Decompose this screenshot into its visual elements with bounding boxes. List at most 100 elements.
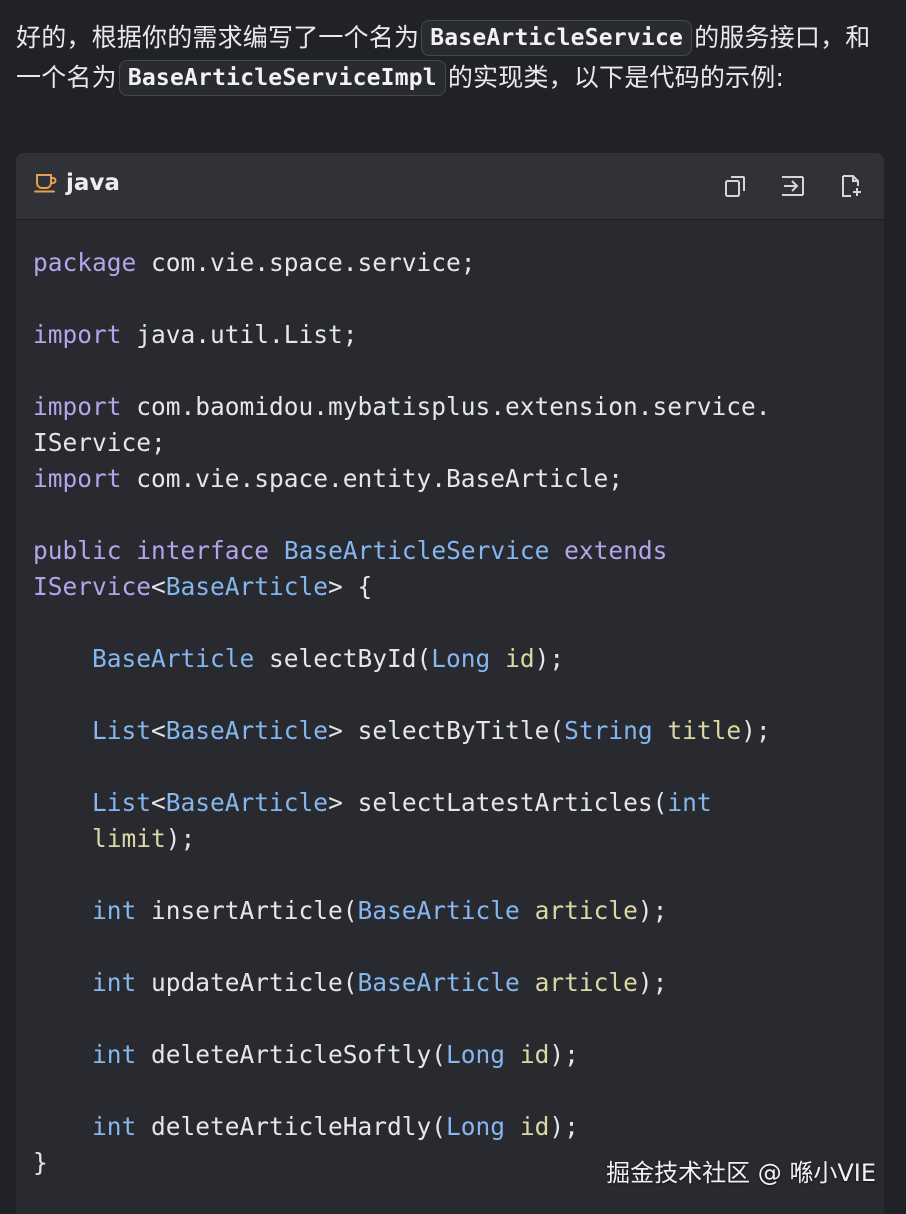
code-token: BaseArticle [165,716,329,745]
assistant-message: 好的，根据你的需求编写了一个名为 BaseArticleService 的服务接口，… [16,18,890,98]
code-token: IService [33,572,152,601]
code-token: int [92,896,137,925]
code-language: java [34,170,120,196]
code-token: com.vie.space.service; [136,248,476,277]
code-token: deleteArticleSoftly( [136,1040,447,1069]
code-token: int [667,788,712,817]
code-block: java package com.vie.space.service; impo… [16,153,884,1214]
code-token: int [92,1040,137,1069]
code-token: ); [165,824,196,853]
code-token: Long [446,1112,506,1141]
code-token: IService; [33,428,166,457]
code-token: Long [431,644,491,673]
code-token: BaseArticle [357,968,520,997]
code-line: public interface BaseArticleService exte… [33,533,873,569]
code-token: title [667,716,742,745]
code-token: id [519,1040,550,1069]
code-token: > selectLatestArticles( [328,788,668,817]
new-file-icon [842,175,861,197]
code-line: BaseArticle selectById(Long id); [33,641,873,677]
code-token: import [33,464,122,493]
code-token: extends [564,536,668,565]
code-token: String [564,716,653,745]
code-line: int deleteArticleSoftly(Long id); [33,1037,873,1073]
code-token: BaseArticle [92,644,255,673]
code-line: import com.vie.space.entity.BaseArticle; [33,461,873,497]
code-token: limit [92,824,166,853]
code-block-header: java [16,153,884,220]
code-token: deleteArticleHardly( [136,1112,447,1141]
code-content: package com.vie.space.service; import jav… [33,245,873,1181]
inline-code-service-name: BaseArticleService [421,20,693,56]
code-line: int updateArticle(BaseArticle article); [33,965,873,1001]
code-token: BaseArticle [165,788,329,817]
code-token: import [33,320,122,349]
code-token: id [505,644,535,673]
code-token: selectById( [254,644,432,673]
code-token: < [151,716,166,745]
code-token: interface [136,536,270,565]
copy-button[interactable] [722,173,748,199]
coffee-cup-icon [34,172,58,194]
code-toolbar [722,173,864,199]
code-token: ); [534,644,565,673]
code-token: ); [549,1112,579,1141]
message-text-3: 的实现类，以下是代码的示例: [447,63,785,92]
code-token: List [92,716,152,745]
code-token: BaseArticle [357,896,520,925]
code-line: int deleteArticleHardly(Long id); [33,1109,873,1145]
code-token: ); [549,1040,579,1069]
code-token: insertArticle( [136,896,358,925]
code-token: int [92,1112,137,1141]
code-line: package com.vie.space.service; [33,245,873,281]
code-line: import com.baomidou.mybatisplus.extensio… [33,389,873,425]
code-line: IService<BaseArticle> { [33,569,873,605]
code-token: com.vie.space.entity.BaseArticle; [121,464,624,493]
copy-icon [725,176,745,197]
code-token: article [534,968,638,997]
code-token: ); [637,896,668,925]
code-token: article [534,896,638,925]
code-language-label: java [66,170,120,196]
code-line: List<BaseArticle> selectByTitle(String t… [33,713,873,749]
code-token: Long [446,1040,506,1069]
code-token: List [92,788,152,817]
code-token: ); [637,968,668,997]
code-token: id [519,1112,550,1141]
inline-code-impl-name: BaseArticleServiceImpl [118,60,446,96]
new-file-button[interactable] [838,173,864,199]
code-token: package [33,248,137,277]
code-token: int [92,968,137,997]
code-token: com.baomidou.mybatisplus.extension.servi… [121,392,771,421]
insert-at-cursor-button[interactable] [780,173,806,199]
code-token: > { [328,572,373,601]
code-token: < [151,788,166,817]
code-token: public [33,536,122,565]
